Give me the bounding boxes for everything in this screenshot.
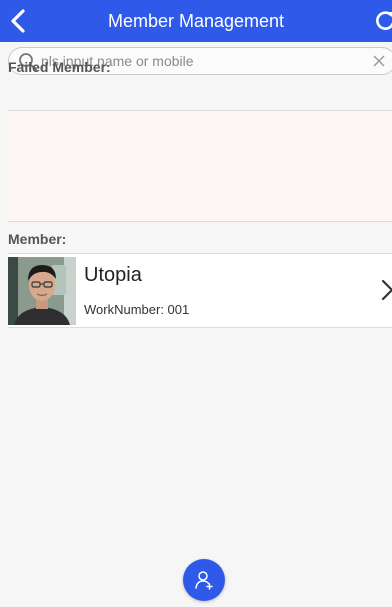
failed-member-label: Failed Member: [8,59,111,75]
add-member-button[interactable] [183,559,225,601]
member-name: Utopia [84,264,142,286]
refresh-button[interactable] [372,8,392,34]
member-list: Utopia WorkNumber: 001 [8,253,392,328]
app-root: Member Management Failed Member: Me [0,0,392,607]
back-button[interactable] [6,7,32,35]
member-row[interactable]: Utopia WorkNumber: 001 [8,253,392,328]
failed-member-list [8,110,392,222]
face-photo [8,257,76,325]
avatar [8,257,76,325]
refresh-icon [376,11,392,30]
close-icon [373,55,385,67]
page-title: Member Management [107,11,285,31]
member-work-number: WorkNumber: 001 [84,302,190,317]
chevron-left-icon [11,9,25,33]
clear-search-button[interactable] [372,54,386,68]
chevron-right-icon [381,279,392,301]
header-bar: Member Management [0,0,392,42]
member-label: Member: [8,231,67,247]
add-user-icon [195,571,213,590]
